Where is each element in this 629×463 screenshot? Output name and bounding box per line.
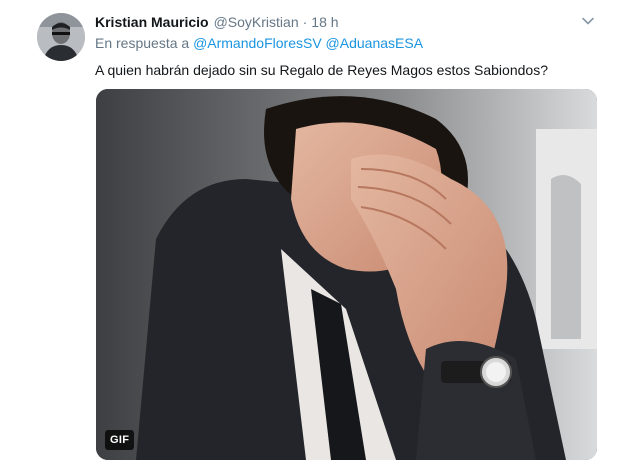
reply-mention-link[interactable]: @AduanasESA: [326, 35, 424, 51]
tweet-header: Kristian Mauricio @SoyKristian · 18 h: [95, 12, 339, 32]
author-handle[interactable]: @SoyKristian: [214, 14, 299, 30]
author-name[interactable]: Kristian Mauricio: [95, 14, 209, 30]
gif-frame-image: [96, 89, 597, 460]
gif-media[interactable]: GIF: [96, 89, 597, 460]
reply-mention-link[interactable]: @ArmandoFloresSV: [193, 35, 322, 51]
tweet-card[interactable]: Kristian Mauricio @SoyKristian · 18 h En…: [0, 0, 629, 463]
tweet-timestamp[interactable]: 18 h: [311, 14, 338, 30]
tweet-text: A quien habrán dejado sin su Regalo de R…: [95, 62, 548, 78]
author-avatar[interactable]: [37, 13, 85, 61]
separator-dot: ·: [302, 14, 308, 30]
reply-context: En respuesta a @ArmandoFloresSV @Aduanas…: [95, 35, 423, 51]
chevron-down-icon[interactable]: [579, 12, 597, 30]
gif-badge: GIF: [105, 430, 135, 450]
reply-prefix: En respuesta a: [95, 35, 190, 51]
